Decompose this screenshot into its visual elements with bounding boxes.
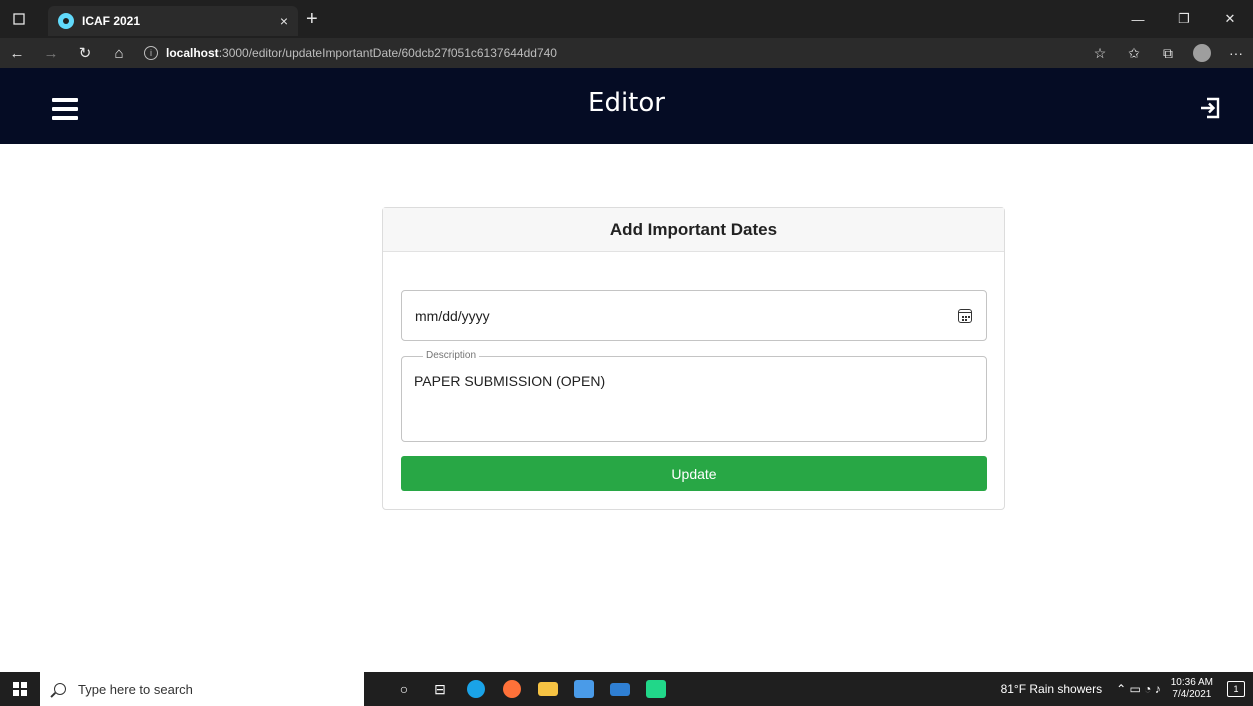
browser-nav-bar: ← → ↻ ⌂ i localhost :3000/editor/updateI…: [0, 38, 1253, 68]
system-tray: 81°F Rain showers ⌃ ▭ ◔ ♪ 10:36 AM 7/4/2…: [1001, 677, 1253, 701]
profile-avatar-icon[interactable]: [1193, 44, 1211, 62]
date-placeholder: mm/dd/yyyy: [415, 307, 490, 324]
webstorm-icon[interactable]: [638, 672, 674, 706]
description-label: Description: [423, 350, 480, 361]
taskbar-apps: ○ ⊟: [386, 672, 674, 706]
clock-date: 7/4/2021: [1172, 689, 1212, 700]
taskbar-search[interactable]: Type here to search: [40, 672, 364, 706]
task-view-icon[interactable]: ⊟: [422, 672, 458, 706]
important-dates-card: Add Important Dates mm/dd/yyyy Descripti…: [382, 207, 1005, 510]
page-title: Editor: [588, 88, 665, 118]
update-button[interactable]: Update: [401, 456, 987, 491]
home-icon[interactable]: ⌂: [102, 38, 136, 68]
windows-taskbar: Type here to search ○ ⊟ 81°F Rain shower…: [0, 672, 1253, 706]
url-host: localhost: [166, 46, 219, 60]
store-icon[interactable]: [566, 672, 602, 706]
description-value: PAPER SUBMISSION (OPEN): [414, 373, 606, 389]
react-favicon-icon: [58, 13, 74, 29]
weather-widget[interactable]: 81°F Rain showers: [1001, 682, 1103, 696]
window-controls: — ❐ ✕: [1115, 0, 1253, 38]
logout-icon[interactable]: [1198, 96, 1222, 120]
browser-tab[interactable]: ICAF 2021 ×: [48, 6, 298, 36]
mail-icon[interactable]: [602, 672, 638, 706]
more-options-icon[interactable]: ···: [1219, 45, 1253, 61]
firefox-icon[interactable]: [494, 672, 530, 706]
card-title: Add Important Dates: [383, 208, 1004, 252]
tab-actions-icon[interactable]: [0, 0, 38, 38]
forward-icon[interactable]: →: [34, 38, 68, 68]
description-field[interactable]: Description PAPER SUBMISSION (OPEN): [401, 350, 987, 442]
search-placeholder: Type here to search: [78, 681, 193, 697]
tray-icons[interactable]: ⌃ ▭ ◔ ♪: [1116, 682, 1161, 696]
notification-icon[interactable]: 1: [1227, 681, 1245, 697]
clock-time: 10:36 AM: [1170, 677, 1213, 688]
file-explorer-icon[interactable]: [530, 672, 566, 706]
window-close-icon[interactable]: ✕: [1207, 0, 1253, 38]
url-path: :3000/editor/updateImportantDate/60dcb27…: [218, 46, 557, 60]
site-info-icon[interactable]: i: [144, 46, 158, 60]
add-favorite-icon[interactable]: ☆: [1083, 45, 1117, 62]
address-bar[interactable]: i localhost :3000/editor/updateImportant…: [144, 41, 1004, 65]
cortana-icon[interactable]: ○: [386, 672, 422, 706]
tab-title: ICAF 2021: [82, 14, 141, 28]
edge-icon[interactable]: [458, 672, 494, 706]
search-icon: [54, 683, 66, 695]
app-header: Editor: [0, 68, 1253, 144]
collections-icon[interactable]: ⧉: [1151, 45, 1185, 62]
windows-start-icon[interactable]: [0, 672, 40, 706]
browser-toolbar: ☆ ✩ ⧉ ···: [1083, 44, 1253, 62]
tab-close-icon[interactable]: ×: [280, 13, 288, 29]
clock[interactable]: 10:36 AM 7/4/2021: [1171, 677, 1213, 701]
minimize-icon[interactable]: —: [1115, 0, 1161, 38]
refresh-icon[interactable]: ↻: [68, 38, 102, 68]
browser-tab-bar: ICAF 2021 × + — ❐ ✕: [0, 0, 1253, 38]
new-tab-icon[interactable]: +: [306, 9, 318, 29]
favorites-icon[interactable]: ✩: [1117, 45, 1151, 62]
restore-icon[interactable]: ❐: [1161, 0, 1207, 38]
calendar-icon[interactable]: [958, 308, 972, 323]
back-icon[interactable]: ←: [0, 38, 34, 68]
date-input[interactable]: mm/dd/yyyy: [401, 290, 987, 341]
